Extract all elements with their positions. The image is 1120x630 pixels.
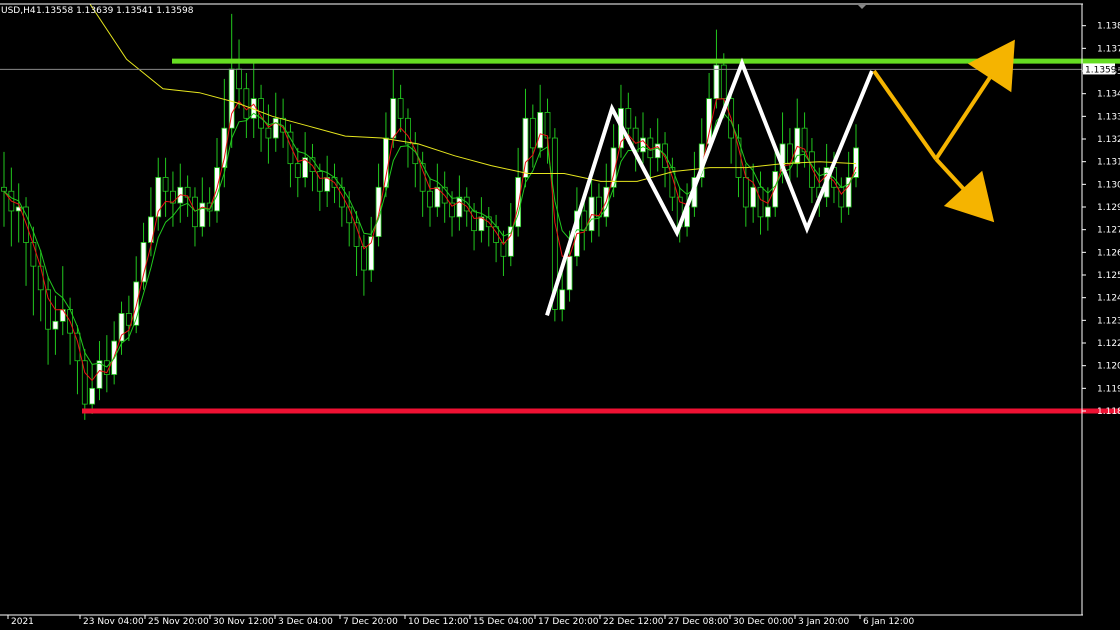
candle-body [265,127,272,139]
candle-body [243,88,250,119]
candle-body [272,117,279,139]
current-price-label: 1.13598 [1085,65,1120,75]
candle-body [713,64,720,100]
time-tick-label: 22 Dec 12:00 [603,617,664,627]
time-tick-label: 25 Nov 20:00 [148,617,209,627]
candle-body [170,190,176,204]
candle-body [772,171,779,208]
candle-body [596,196,602,218]
candle-body [706,98,713,145]
candle-body [742,177,749,208]
time-tick-label: 6 Jan 12:00 [863,617,915,627]
current-price-tag: 1.13598 [1083,63,1120,75]
time-tick-label: 3 Dec 04:00 [278,617,333,627]
price-tick-label: 1.12785 [1097,226,1120,236]
time-tick-label: 30 Dec 00:00 [733,617,794,627]
candle-body [96,360,103,389]
price-tick-label: 1.12325 [1097,316,1120,326]
candle-body [662,143,668,168]
candle-body [654,143,661,159]
price-tick-label: 1.12210 [1097,339,1120,349]
candle-body [507,226,514,257]
price-tick-label: 1.12900 [1097,203,1120,213]
candle-body [544,112,551,139]
candle-body [427,190,433,208]
price-chart[interactable]: 1.138201.137051.135901.134751.133601.132… [0,0,1120,630]
candle-body [750,186,757,208]
price-tick-label: 1.13705 [1097,44,1120,54]
candle-body [383,137,389,188]
candle-body [294,163,301,178]
candle-body [566,255,573,291]
time-tick-label: 30 Nov 12:00 [213,617,274,627]
candle-body [1,186,7,192]
time-tick-label: 3 Jan 20:00 [798,617,850,627]
chart-background [0,0,1120,630]
price-tick-label: 1.13820 [1097,22,1120,32]
price-tick-label: 1.13015 [1097,180,1120,190]
price-tick-label: 1.12555 [1097,271,1120,281]
candle-body [236,68,242,90]
price-tick-label: 1.12670 [1097,248,1120,258]
candle-body [118,313,125,342]
candle-body [45,289,51,330]
candle-body [471,210,477,232]
price-tick-label: 1.12095 [1097,362,1120,372]
ohlc-readout: 1.13558 1.13639 1.13541 1.13598 [36,6,194,16]
time-tick-label: 27 Dec 08:00 [668,617,729,627]
candle-body [360,246,367,271]
price-tick-label: 1.11865 [1097,407,1120,417]
time-tick-label: 15 Dec 04:00 [473,617,534,627]
candle-body [59,309,66,322]
candle-body [522,117,529,178]
time-tick-label: 10 Dec 12:00 [408,617,469,627]
candle-body [588,196,595,232]
candle-body [529,117,536,149]
candle-body [37,265,44,291]
candle-body [52,320,59,330]
time-tick-label: 7 Dec 20:00 [343,617,398,627]
candle-body [625,108,632,129]
candle-body [720,64,727,100]
candle-body [89,387,96,405]
candle-body [757,186,764,218]
candle-body [640,137,646,153]
time-tick-label: 2021 [11,617,34,627]
price-tick-label: 1.13245 [1097,135,1120,145]
symbol-timeframe: USD,H4 [1,6,36,16]
candle-body [162,177,169,192]
price-tick-label: 1.12440 [1097,294,1120,304]
candle-body [559,289,566,310]
candle-body [397,98,404,119]
price-tick-label: 1.11980 [1097,384,1120,394]
price-tick-label: 1.13360 [1097,112,1120,122]
time-tick-label: 17 Dec 20:00 [538,617,599,627]
candle-body [537,112,544,149]
candle-body [287,131,294,165]
candle-body [809,151,815,188]
price-tick-label: 1.13475 [1097,90,1120,100]
time-tick-label: 23 Nov 04:00 [83,617,144,627]
candle-body [390,98,397,139]
candle-body [228,68,235,129]
candle-body [764,206,771,218]
price-tick-label: 1.13130 [1097,158,1120,168]
candle-body [199,202,206,228]
candle-body [192,196,198,228]
candle-body [456,196,463,218]
